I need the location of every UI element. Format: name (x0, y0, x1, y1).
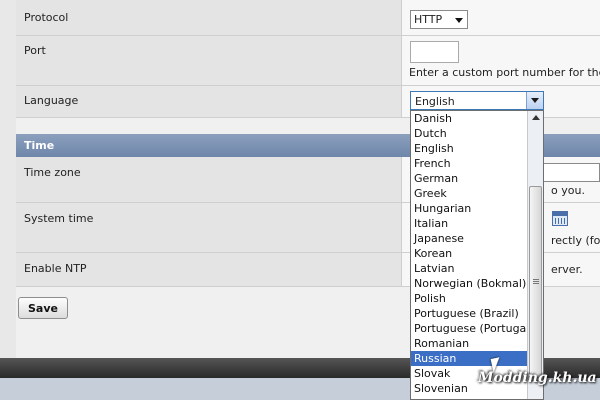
port-hint: Enter a custom port number for the Wel (409, 66, 600, 79)
chevron-down-icon (531, 98, 539, 103)
protocol-select[interactable]: HTTP (410, 10, 468, 29)
language-option[interactable]: Danish (411, 111, 527, 126)
language-options: Danish Dutch English French German Greek Hunga… (411, 111, 534, 396)
watermark: Modding.kh.ua (478, 370, 597, 386)
save-button[interactable]: Save (18, 297, 68, 319)
language-option[interactable]: Norwegian (Bokmal) (411, 276, 527, 291)
time-section-title: Time (24, 139, 55, 152)
language-option[interactable]: Portuguese (Brazil) (411, 306, 527, 321)
language-option[interactable]: Greek (411, 186, 527, 201)
calendar-icon[interactable] (552, 211, 568, 226)
left-margin (0, 0, 16, 358)
port-input[interactable] (410, 41, 459, 63)
language-option[interactable]: Hungarian (411, 201, 527, 216)
scroll-up-icon[interactable] (532, 115, 540, 120)
language-label: Language (24, 94, 79, 107)
language-value: English (415, 95, 455, 108)
protocol-label: Protocol (24, 11, 69, 24)
language-option[interactable]: Romanian (411, 336, 527, 351)
language-option[interactable]: Latvian (411, 261, 527, 276)
time-zone-hint: o you. (551, 184, 585, 197)
scrollbar[interactable] (527, 111, 543, 399)
language-option[interactable]: Italian (411, 216, 527, 231)
language-option[interactable]: Polish (411, 291, 527, 306)
ntp-hint: erver. (551, 263, 583, 276)
language-option[interactable]: Japanese (411, 231, 527, 246)
language-option[interactable]: Portuguese (Portugal) (411, 321, 534, 336)
language-dropdown[interactable]: Danish Dutch English French German Greek Hunga… (410, 110, 544, 400)
language-option[interactable]: Dutch (411, 126, 527, 141)
system-time-hint: rectly (form (551, 234, 600, 247)
chevron-down-icon (455, 18, 463, 23)
language-option[interactable]: French (411, 156, 527, 171)
language-option[interactable]: German (411, 171, 527, 186)
port-label: Port (24, 44, 46, 57)
protocol-value: HTTP (414, 13, 443, 26)
language-select[interactable]: English (410, 91, 544, 110)
language-option[interactable]: English (411, 141, 527, 156)
scrollbar-thumb[interactable] (529, 186, 542, 381)
language-option[interactable]: Korean (411, 246, 527, 261)
dropdown-button[interactable] (526, 92, 543, 109)
port-row: Port Enter a custom port number for the … (16, 36, 600, 86)
ntp-label: Enable NTP (24, 262, 87, 275)
language-option[interactable]: Russian (411, 351, 527, 366)
protocol-row: Protocol HTTP (16, 0, 600, 36)
time-zone-label: Time zone (24, 166, 81, 179)
system-time-label: System time (24, 212, 94, 225)
